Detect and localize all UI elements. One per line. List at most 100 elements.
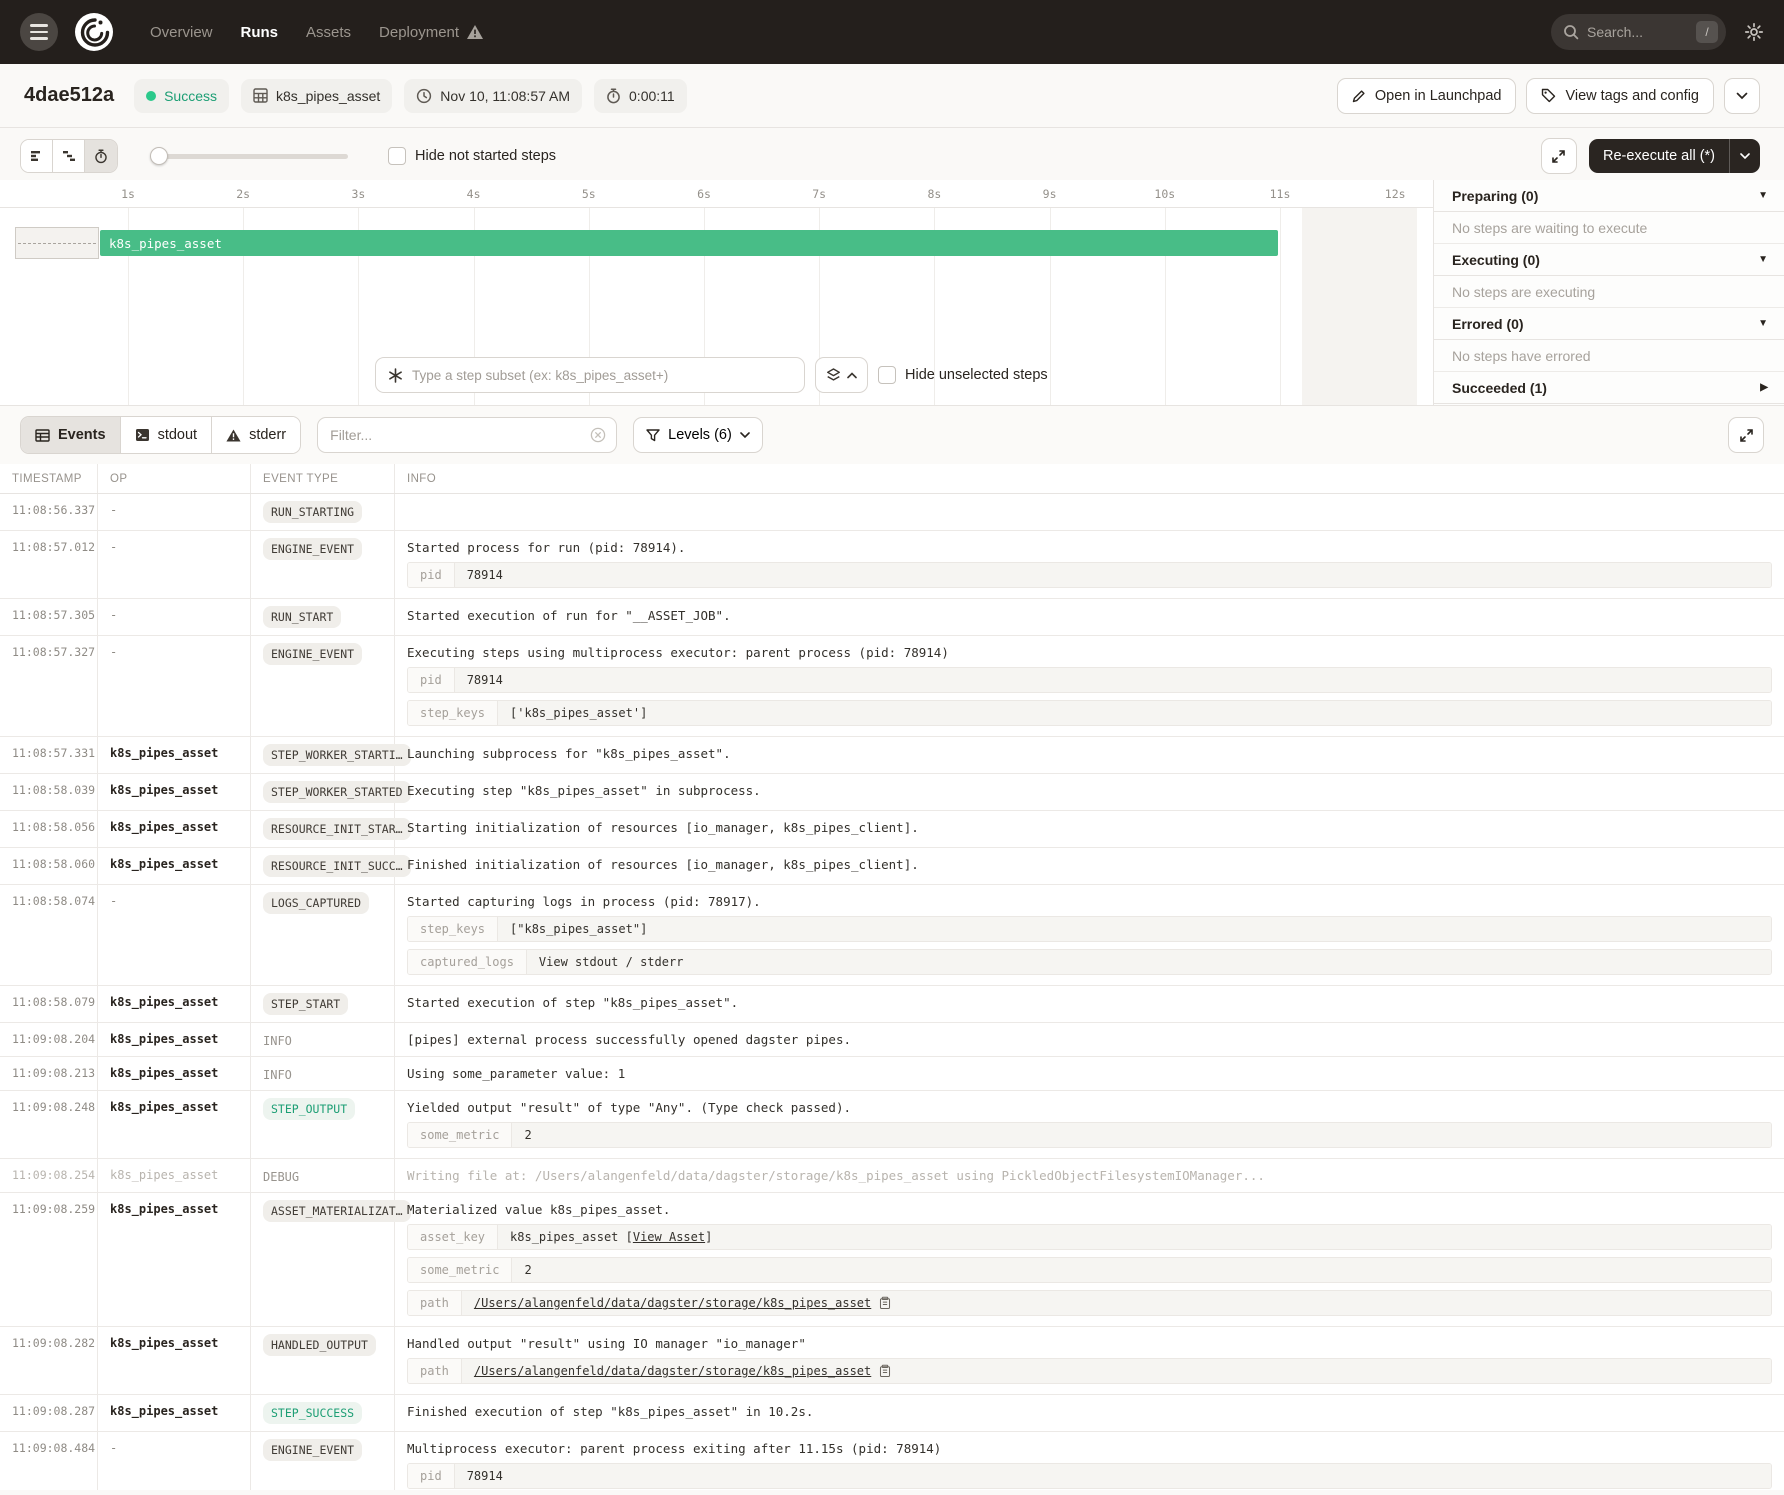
- copy-icon[interactable]: [879, 1296, 891, 1310]
- flat-view-button[interactable]: [21, 140, 53, 172]
- nav-item-overview[interactable]: Overview: [150, 24, 213, 41]
- metadata-row: some_metric2: [407, 1122, 1772, 1148]
- metadata-link[interactable]: View Asset: [633, 1230, 705, 1244]
- event-op: k8s_pipes_asset: [98, 1023, 251, 1056]
- event-type-badge: LOGS_CAPTURED: [263, 892, 369, 914]
- tab-events[interactable]: Events: [21, 417, 121, 453]
- timeline-tick: 10s: [1154, 187, 1175, 201]
- tab-stdout[interactable]: stdout: [121, 417, 213, 453]
- gantt-step-bar[interactable]: k8s_pipes_asset: [100, 230, 1278, 256]
- metadata-row: step_keys['k8s_pipes_asset']: [407, 700, 1772, 726]
- timed-view-button[interactable]: [85, 140, 117, 172]
- event-type-badge: RESOURCE_INIT_SUCC…: [263, 855, 411, 877]
- search-input[interactable]: Search... /: [1551, 14, 1726, 50]
- apply-selection-button[interactable]: [815, 357, 868, 393]
- metadata-value: 78914: [455, 1464, 1771, 1488]
- events-fullscreen-button[interactable]: [1728, 417, 1764, 453]
- step-panel-section-header[interactable]: Succeeded (1)▶: [1434, 372, 1784, 404]
- event-info-cell: Yielded output "result" of type "Any". (…: [395, 1091, 1784, 1158]
- view-tags-config-button[interactable]: View tags and config: [1526, 78, 1714, 114]
- open-in-launchpad-button[interactable]: Open in Launchpad: [1337, 78, 1517, 114]
- event-type-badge: ASSET_MATERIALIZAT…: [263, 1200, 411, 1222]
- metadata-value: /Users/alangenfeld/data/dagster/storage/…: [462, 1359, 1771, 1383]
- log-filter-input[interactable]: Filter...: [317, 417, 617, 453]
- step-subset-input[interactable]: Type a step subset (ex: k8s_pipes_asset+…: [375, 357, 805, 393]
- nav-item-assets[interactable]: Assets: [306, 24, 351, 41]
- metadata-link[interactable]: /Users/alangenfeld/data/dagster/storage/…: [474, 1364, 871, 1378]
- metadata-link[interactable]: /Users/alangenfeld/data/dagster/storage/…: [474, 1296, 871, 1310]
- run-actions-dropdown-button[interactable]: [1724, 78, 1760, 114]
- event-type-cell: ENGINE_EVENT: [251, 636, 395, 736]
- event-info-cell: Finished initialization of resources [io…: [395, 848, 1784, 884]
- event-info-cell: [pipes] external process successfully op…: [395, 1023, 1784, 1056]
- metadata-text: 2: [524, 1128, 531, 1142]
- event-timestamp: 11:09:08.248: [0, 1091, 98, 1158]
- nav-item-runs[interactable]: Runs: [241, 24, 279, 41]
- metadata-row: pid78914: [407, 1463, 1772, 1489]
- event-info-cell: Writing file at: /Users/alangenfeld/data…: [395, 1159, 1784, 1192]
- timeline-tick: 7s: [812, 187, 826, 201]
- job-name-tag[interactable]: k8s_pipes_asset: [241, 79, 392, 113]
- event-type-badge: HANDLED_OUTPUT: [263, 1334, 376, 1356]
- stopwatch-icon: [606, 88, 621, 104]
- checkbox-icon[interactable]: [878, 366, 896, 384]
- caret-down-icon: ▼: [1758, 318, 1768, 329]
- reexecute-dropdown-caret[interactable]: [1729, 139, 1760, 173]
- step-panel-empty-text: No steps are waiting to execute: [1434, 212, 1784, 244]
- event-timestamp: 11:09:08.287: [0, 1395, 98, 1431]
- events-table: TIMESTAMP OP EVENT TYPE INFO 11:08:56.33…: [0, 464, 1784, 1490]
- timeline-tick: 4s: [467, 187, 481, 201]
- copy-icon[interactable]: [879, 1364, 891, 1378]
- event-type-badge: DEBUG: [263, 1168, 299, 1184]
- slider-knob[interactable]: [150, 147, 168, 165]
- metadata-key: path: [408, 1359, 462, 1383]
- run-status-badge: Success: [134, 79, 229, 113]
- terminal-icon: [135, 428, 150, 442]
- tab-stderr[interactable]: stderr: [212, 417, 300, 453]
- waterfall-view-button[interactable]: [53, 140, 85, 172]
- event-row: 11:08:57.327-ENGINE_EVENTExecuting steps…: [0, 636, 1784, 737]
- checkbox-icon[interactable]: [388, 147, 406, 165]
- col-timestamp: TIMESTAMP: [0, 464, 98, 493]
- warning-triangle-icon: [226, 429, 241, 442]
- event-type-cell: DEBUG: [251, 1159, 395, 1192]
- step-panel-section-header[interactable]: Executing (0)▼: [1434, 244, 1784, 276]
- event-row: 11:08:57.331k8s_pipes_assetSTEP_WORKER_S…: [0, 737, 1784, 774]
- event-info-cell: Executing step "k8s_pipes_asset" in subp…: [395, 774, 1784, 810]
- event-info-cell: Started capturing logs in process (pid: …: [395, 885, 1784, 985]
- step-panel-section-header[interactable]: Errored (0)▼: [1434, 308, 1784, 340]
- gantt-zoom-slider[interactable]: [152, 147, 348, 165]
- metadata-key: path: [408, 1291, 462, 1315]
- event-row: 11:09:08.254k8s_pipes_assetDEBUGWriting …: [0, 1159, 1784, 1193]
- event-info-text: Materialized value k8s_pipes_asset.: [407, 1202, 1772, 1217]
- event-timestamp: 11:08:56.337: [0, 494, 98, 530]
- clear-filter-icon[interactable]: [590, 427, 606, 443]
- event-info-cell: Materialized value k8s_pipes_asset.asset…: [395, 1193, 1784, 1326]
- hamburger-menu-button[interactable]: [20, 13, 58, 51]
- event-type-badge: STEP_OUTPUT: [263, 1098, 355, 1120]
- gantt-fullscreen-button[interactable]: [1541, 138, 1577, 174]
- step-panel-section-header[interactable]: Preparing (0)▼: [1434, 180, 1784, 212]
- metadata-value: View stdout / stderr: [527, 950, 1771, 974]
- caret-right-icon: ▶: [1760, 382, 1768, 393]
- dagster-logo-icon[interactable]: [74, 12, 114, 52]
- event-info-text: Finished initialization of resources [io…: [407, 857, 1772, 872]
- main-nav: Overview Runs Assets Deployment: [150, 24, 483, 41]
- reexecute-all-button[interactable]: Re-execute all (*): [1589, 139, 1760, 173]
- metadata-text: ]: [705, 1230, 712, 1244]
- timeline-tick: 3s: [351, 187, 365, 201]
- hide-unselected-checkbox[interactable]: Hide unselected steps: [878, 366, 1048, 384]
- timeline-tick: 5s: [582, 187, 596, 201]
- event-op: -: [98, 531, 251, 598]
- levels-filter-button[interactable]: Levels (6): [633, 417, 763, 453]
- settings-gear-button[interactable]: [1744, 22, 1764, 42]
- metadata-text: 78914: [467, 568, 503, 582]
- event-type-badge: INFO: [263, 1066, 292, 1082]
- nav-item-deployment[interactable]: Deployment: [379, 24, 483, 41]
- hide-not-started-checkbox[interactable]: Hide not started steps: [388, 147, 556, 165]
- event-row: 11:08:57.305-RUN_STARTStarted execution …: [0, 599, 1784, 636]
- event-info-cell: Executing steps using multiprocess execu…: [395, 636, 1784, 736]
- metadata-value: ["k8s_pipes_asset"]: [498, 917, 1771, 941]
- event-type-cell: INFO: [251, 1057, 395, 1090]
- clock-icon: [416, 88, 432, 104]
